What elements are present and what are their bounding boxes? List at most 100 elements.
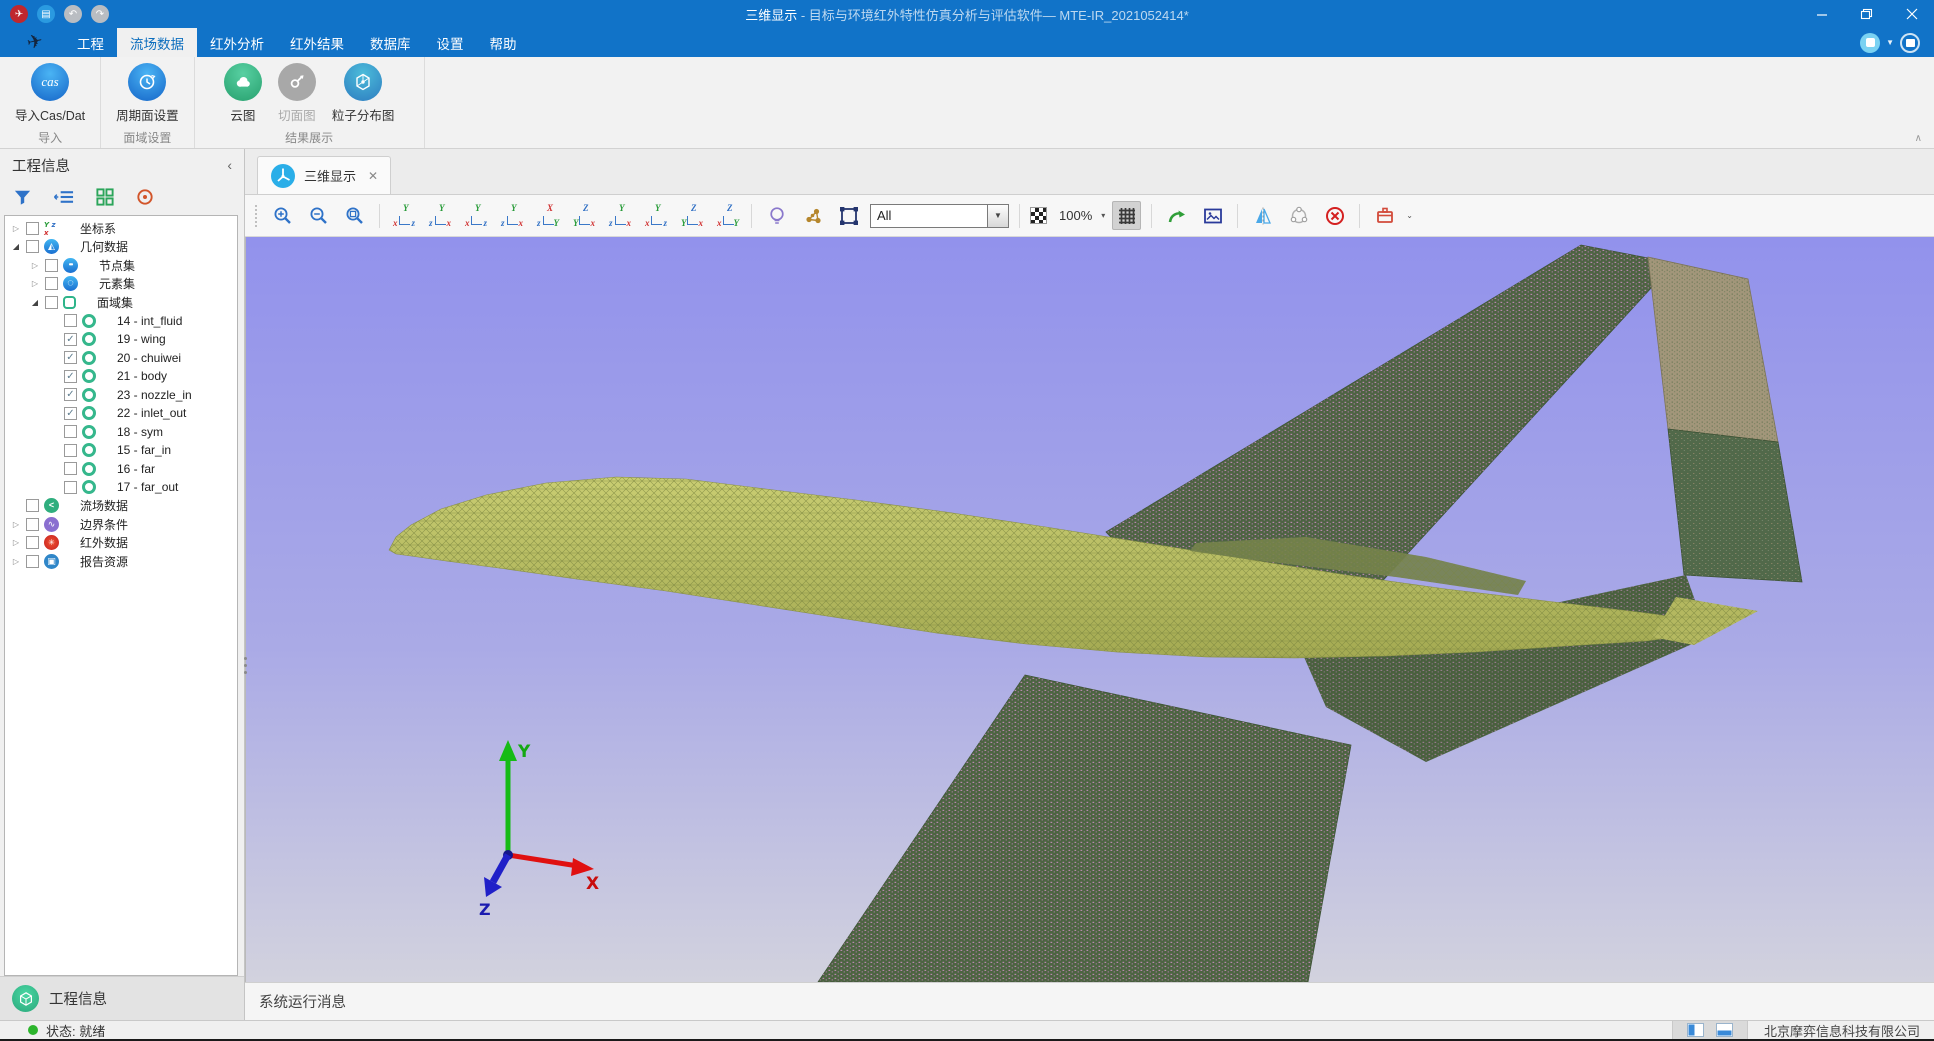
particle-distribution-button[interactable]: 粒子分布图 (325, 62, 402, 125)
redo-button[interactable]: ↷ (91, 5, 109, 23)
tree-item[interactable]: 16 - far (5, 460, 237, 479)
menu-settings[interactable]: 设置 (424, 28, 477, 57)
mirror-icon[interactable] (1248, 201, 1277, 230)
menu-engineering[interactable]: 工程 (64, 28, 117, 57)
tree-expander-icon[interactable]: ▷ (9, 224, 23, 233)
view-orientation-icon-5[interactable]: XzY (534, 203, 561, 229)
expand-list-icon[interactable] (53, 187, 75, 207)
archive-box-icon[interactable] (1370, 201, 1399, 230)
contour-cloud-button[interactable]: 云图 (217, 62, 269, 125)
periodic-face-button[interactable]: 周期面设置 (109, 62, 186, 125)
restore-button[interactable] (1844, 0, 1889, 28)
menu-infrared-results[interactable]: 红外结果 (277, 28, 357, 57)
export-arrow-icon[interactable] (1162, 201, 1191, 230)
circle-nodes-icon[interactable] (1284, 201, 1313, 230)
visibility-checkbox[interactable]: ✓ (64, 388, 77, 401)
visibility-checkbox[interactable] (26, 499, 39, 512)
view-orientation-icon-6[interactable]: ZYx (570, 203, 597, 229)
section-plane-button[interactable]: 切面图 (271, 62, 323, 125)
theme-dropdown-icon[interactable]: ▼ (1886, 38, 1894, 47)
import-cas-dat-button[interactable]: cas 导入Cas/Dat (8, 62, 92, 125)
visibility-checkbox[interactable] (26, 222, 39, 235)
view-orientation-icon-4[interactable]: Yzx (498, 203, 525, 229)
tree-expander-icon[interactable]: ▷ (9, 538, 23, 547)
visibility-checkbox[interactable] (26, 240, 39, 253)
mesh-grid-toggle[interactable] (1112, 201, 1141, 230)
ribbon-collapse-icon[interactable]: ∧ (1915, 133, 1922, 144)
view-orientation-icon-7[interactable]: Yzx (606, 203, 633, 229)
zoom-in-icon[interactable] (268, 201, 297, 230)
filter-funnel-icon[interactable] (12, 187, 33, 207)
tree-expander-icon[interactable]: ◢ (9, 242, 23, 251)
project-panel-footer[interactable]: 工程信息 (0, 976, 244, 1020)
panel-collapse-icon[interactable]: ‹ (227, 157, 232, 173)
tree-item[interactable]: ▷✳红外数据 (5, 534, 237, 553)
tree-item[interactable]: 18 - sym (5, 423, 237, 442)
tree-item[interactable]: ▷▣报告资源 (5, 552, 237, 571)
panel-splitter[interactable] (242, 657, 248, 674)
view-orientation-icon-9[interactable]: ZYx (678, 203, 705, 229)
view-orientation-icon-3[interactable]: Yxz (462, 203, 489, 229)
tree-item[interactable]: ✓21 - body (5, 367, 237, 386)
visibility-checkbox[interactable] (45, 277, 58, 290)
visibility-checkbox[interactable] (45, 296, 58, 309)
visibility-checkbox[interactable] (26, 555, 39, 568)
tree-item[interactable]: <流场数据 (5, 497, 237, 516)
toolbar-grip[interactable] (255, 205, 259, 227)
visibility-checkbox[interactable] (64, 444, 77, 457)
visibility-checkbox[interactable] (45, 259, 58, 272)
tree-item[interactable]: ▷∿边界条件 (5, 515, 237, 534)
layout-left-panel-icon[interactable] (1687, 1023, 1704, 1037)
view-orientation-icon-2[interactable]: Yzx (426, 203, 453, 229)
view-orientation-icon-1[interactable]: Yxz (390, 203, 417, 229)
view-orientation-icon-10[interactable]: ZxY (714, 203, 741, 229)
molecule-nodes-icon[interactable] (798, 201, 827, 230)
visibility-checkbox[interactable]: ✓ (64, 333, 77, 346)
tab-close-icon[interactable]: ✕ (368, 169, 378, 183)
display-filter-combo[interactable]: All ▼ (870, 204, 1009, 228)
tree-item[interactable]: ▷◌元素集 (5, 275, 237, 294)
combo-dropdown-icon[interactable]: ▼ (988, 204, 1009, 228)
tree-expander-icon[interactable]: ▷ (9, 557, 23, 566)
visibility-checkbox[interactable] (64, 314, 77, 327)
help-book-icon[interactable] (1900, 33, 1920, 53)
tree-item[interactable]: ▷Yzx坐标系 (5, 219, 237, 238)
visibility-checkbox[interactable]: ✓ (64, 351, 77, 364)
minimize-button[interactable] (1799, 0, 1844, 28)
opacity-dropdown-icon[interactable]: ▾ (1101, 211, 1105, 220)
tree-item[interactable]: 17 - far_out (5, 478, 237, 497)
tree-item[interactable]: ◢◭几何数据 (5, 238, 237, 257)
zoom-out-icon[interactable] (304, 201, 333, 230)
visibility-checkbox[interactable]: ✓ (64, 407, 77, 420)
view-orientation-icon-8[interactable]: Yxz (642, 203, 669, 229)
tree-item[interactable]: ✓19 - wing (5, 330, 237, 349)
close-button[interactable] (1889, 0, 1934, 28)
tree-item[interactable]: ✓22 - inlet_out (5, 404, 237, 423)
tree-expander-icon[interactable]: ▷ (28, 261, 42, 270)
visibility-checkbox[interactable]: ✓ (64, 370, 77, 383)
menu-infrared-analysis[interactable]: 红外分析 (197, 28, 277, 57)
tree-item[interactable]: ▷••节点集 (5, 256, 237, 275)
screenshot-image-icon[interactable] (1198, 201, 1227, 230)
menu-database[interactable]: 数据库 (357, 28, 424, 57)
tree-item[interactable]: 15 - far_in (5, 441, 237, 460)
tab-3d-display[interactable]: 三维显示 ✕ (257, 156, 391, 194)
group-grid-icon[interactable] (95, 187, 115, 207)
opacity-value[interactable]: 100% (1059, 208, 1092, 223)
archive-dropdown-icon[interactable]: ⌄ (1406, 211, 1413, 220)
visibility-checkbox[interactable] (26, 536, 39, 549)
select-box-icon[interactable] (834, 201, 863, 230)
menu-help[interactable]: 帮助 (477, 28, 530, 57)
visibility-checkbox[interactable] (64, 481, 77, 494)
save-button[interactable]: ▤ (37, 5, 55, 23)
theme-icon[interactable] (1860, 33, 1880, 53)
tree-item[interactable]: ✓20 - chuiwei (5, 349, 237, 368)
tree-expander-icon[interactable]: ◢ (28, 298, 42, 307)
tree-expander-icon[interactable]: ▷ (28, 279, 42, 288)
visibility-checkbox[interactable] (64, 425, 77, 438)
3d-viewport[interactable]: Y X Z (245, 237, 1934, 982)
light-bulb-icon[interactable] (762, 201, 791, 230)
tree-item[interactable]: ◢面域集 (5, 293, 237, 312)
tree-item[interactable]: 14 - int_fluid (5, 312, 237, 331)
menu-flow-data[interactable]: 流场数据 (117, 28, 197, 57)
